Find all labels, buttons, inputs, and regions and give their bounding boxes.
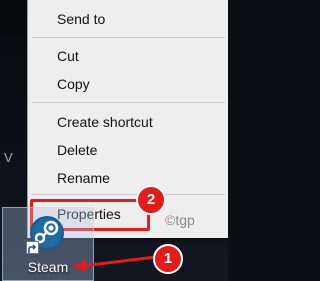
desktop-partial-glyph: V — [4, 150, 13, 165]
menu-item-copy[interactable]: Copy — [28, 72, 228, 96]
step-2-callout: 2 — [136, 185, 166, 215]
watermark: ©tgp — [165, 212, 195, 228]
menu-item-create-shortcut[interactable]: Create shortcut — [28, 110, 228, 134]
menu-item-label: Cut — [57, 48, 79, 64]
menu-separator — [32, 194, 225, 195]
menu-item-cut[interactable]: Cut — [28, 44, 228, 68]
step-1-callout: 1 — [153, 244, 183, 274]
menu-item-send-to[interactable]: Send to — [28, 7, 228, 31]
menu-separator — [32, 37, 225, 38]
menu-item-label: Create shortcut — [57, 114, 153, 130]
menu-separator — [32, 102, 225, 103]
menu-item-rename[interactable]: Rename — [28, 166, 228, 190]
menu-item-label: Delete — [57, 142, 98, 158]
desktop-screen: V Send to Cut Copy Create shortcut Delet… — [0, 0, 228, 281]
menu-item-label: Copy — [57, 76, 90, 92]
steam-icon-label: Steam — [27, 259, 69, 275]
menu-item-label: Send to — [57, 11, 106, 27]
menu-item-delete[interactable]: Delete — [28, 138, 228, 162]
shortcut-arrow-icon — [26, 241, 39, 254]
menu-item-label: Rename — [57, 170, 110, 186]
